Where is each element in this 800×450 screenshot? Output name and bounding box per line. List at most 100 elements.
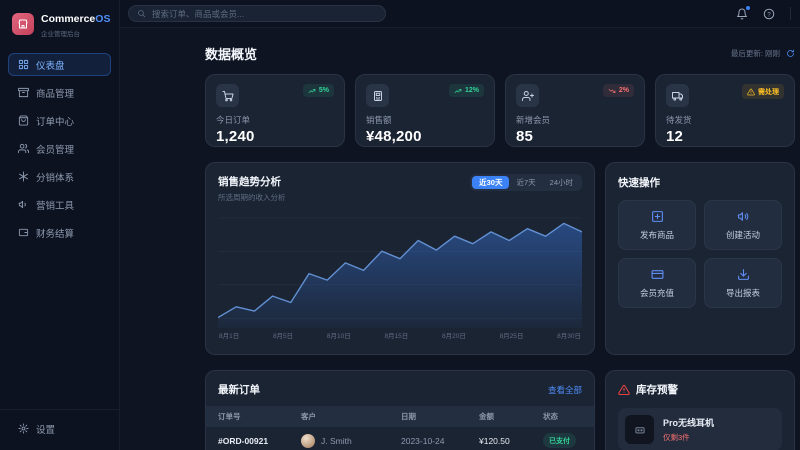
middle-row: 销售趋势分析 所选周期的收入分析 近30天 近7天 24小时 — [205, 162, 795, 355]
chart-subtitle: 所选周期的收入分析 — [218, 192, 286, 203]
stat-card-new-members[interactable]: 2% 新增会员 85 — [505, 74, 645, 147]
stat-card-today-orders[interactable]: 5% 今日订单 1,240 — [205, 74, 345, 147]
order-status-badge: 已支付 — [543, 433, 576, 448]
inventory-item[interactable]: Pro无线耳机 仅剩3件 — [618, 408, 782, 450]
topbar-divider — [790, 7, 791, 20]
sidebar-item-dashboard[interactable]: 仪表盘 — [8, 53, 111, 76]
sidebar-nav: 仪表盘 商品管理 订单中心 会员管理 分销体系 营销工具 财务结算 — [0, 48, 119, 249]
topbar: ? — [120, 0, 800, 28]
stat-label: 销售额 — [366, 114, 484, 126]
column-header: 订单号 — [218, 411, 301, 422]
view-all-link[interactable]: 查看全部 — [548, 384, 582, 396]
page-title: 数据概览 — [205, 44, 257, 63]
stat-label: 待发货 — [666, 114, 784, 126]
stats-row: 5% 今日订单 1,240 12% 销售额 ¥48,200 — [205, 74, 795, 147]
stat-label: 今日订单 — [216, 114, 334, 126]
stat-value: 1,240 — [216, 128, 334, 145]
warning-badge: 需处理 — [742, 84, 784, 99]
customer-name: J. Smith — [321, 436, 352, 446]
orders-table-header: 订单号 客户 日期 金额 状态 — [206, 406, 594, 427]
store-icon — [12, 13, 34, 35]
notification-dot — [746, 6, 750, 10]
chart-area-fill — [218, 223, 582, 328]
product-image-earbuds — [625, 415, 654, 444]
help-button[interactable]: ? — [763, 8, 775, 20]
search-input[interactable] — [152, 9, 377, 19]
x-tick: 8月10日 — [327, 330, 351, 340]
help-circle-icon: ? — [763, 8, 775, 20]
warning-triangle-icon — [747, 88, 755, 96]
chart-title: 销售趋势分析 — [218, 174, 286, 189]
stat-value: ¥48,200 — [366, 128, 484, 145]
x-tick: 8月25日 — [500, 330, 524, 340]
sidebar-item-distribution[interactable]: 分销体系 — [8, 165, 111, 188]
truck-icon — [666, 84, 689, 107]
stat-value: 12 — [666, 128, 784, 145]
sidebar-item-label: 设置 — [36, 422, 55, 436]
quick-action-label: 导出报表 — [726, 287, 760, 299]
sidebar-item-orders[interactable]: 订单中心 — [8, 109, 111, 132]
pos-terminal-icon — [366, 84, 389, 107]
sidebar-item-finance[interactable]: 财务结算 — [8, 221, 111, 244]
customer-avatar — [301, 434, 315, 448]
column-header: 金额 — [479, 411, 543, 422]
stat-card-pending-shipments[interactable]: 需处理 待发货 12 — [655, 74, 795, 147]
plus-square-icon — [651, 210, 664, 223]
chart-x-axis-labels: 8月1日 8月5日 8月10日 8月15日 8月20日 8月25日 8月30日 — [218, 330, 582, 340]
refresh-icon[interactable] — [786, 49, 795, 58]
orders-title: 最新订单 — [218, 382, 260, 397]
sidebar-item-products[interactable]: 商品管理 — [8, 81, 111, 104]
notifications-button[interactable] — [736, 8, 748, 20]
credit-card-icon — [651, 268, 664, 281]
network-icon — [18, 171, 29, 182]
gear-icon — [18, 423, 29, 434]
inventory-stock-warning: 仅剩3件 — [663, 432, 714, 443]
sidebar-item-label: 商品管理 — [36, 86, 74, 100]
search-icon — [137, 9, 146, 18]
member-topup-button[interactable]: 会员充值 — [618, 258, 696, 308]
stat-card-sales[interactable]: 12% 销售额 ¥48,200 — [355, 74, 495, 147]
sidebar-footer: 设置 — [0, 409, 119, 450]
x-tick: 8月30日 — [557, 330, 581, 340]
order-id: #ORD-00921 — [218, 436, 301, 446]
sidebar-item-settings[interactable]: 设置 — [8, 417, 111, 440]
megaphone-icon — [737, 210, 750, 223]
create-campaign-button[interactable]: 创建活动 — [704, 200, 782, 250]
latest-orders-card: 最新订单 查看全部 订单号 客户 日期 金额 状态 #ORD-00921 J. … — [205, 370, 595, 450]
x-tick: 8月20日 — [442, 330, 466, 340]
brand-subtitle: 企业管理后台 — [41, 28, 110, 38]
column-header: 客户 — [301, 411, 401, 422]
brand-name: CommerceOS — [41, 13, 110, 25]
sidebar: CommerceOS 企业管理后台 仪表盘 商品管理 订单中心 会员管理 分销体… — [0, 0, 120, 450]
range-toggle-group: 近30天 近7天 24小时 — [470, 174, 582, 191]
quick-actions-card: 快速操作 发布商品 创建活动 会员充值 — [605, 162, 795, 355]
users-icon — [18, 143, 29, 154]
column-header: 日期 — [401, 411, 479, 422]
wallet-icon — [18, 227, 29, 238]
download-icon — [737, 268, 750, 281]
sidebar-item-marketing[interactable]: 营销工具 — [8, 193, 111, 216]
publish-product-button[interactable]: 发布商品 — [618, 200, 696, 250]
inventory-title: 库存预警 — [636, 382, 678, 397]
sales-trend-card: 销售趋势分析 所选周期的收入分析 近30天 近7天 24小时 — [205, 162, 595, 355]
sidebar-item-members[interactable]: 会员管理 — [8, 137, 111, 160]
quick-action-label: 会员充值 — [640, 287, 674, 299]
column-header: 状态 — [543, 411, 582, 422]
trend-up-icon — [308, 87, 316, 95]
shopping-bag-icon — [18, 115, 29, 126]
range-24h-button[interactable]: 24小时 — [543, 176, 580, 189]
box-icon — [18, 87, 29, 98]
sidebar-item-label: 仪表盘 — [36, 58, 65, 72]
stat-label: 新增会员 — [516, 114, 634, 126]
bottom-row: 最新订单 查看全部 订单号 客户 日期 金额 状态 #ORD-00921 J. … — [205, 370, 795, 450]
range-7d-button[interactable]: 近7天 — [509, 176, 542, 189]
brand-logo: CommerceOS 企业管理后台 — [0, 0, 119, 48]
main-content: 数据概览 最后更新: 刚刚 5% 今日订单 1,240 — [205, 28, 795, 450]
x-tick: 8月15日 — [384, 330, 408, 340]
export-report-button[interactable]: 导出报表 — [704, 258, 782, 308]
order-amount: ¥120.50 — [479, 436, 543, 446]
order-table-row[interactable]: #ORD-00921 J. Smith 2023-10-24 ¥120.50 已… — [206, 427, 594, 450]
last-updated-label: 最后更新: 刚刚 — [731, 48, 780, 59]
range-30d-button[interactable]: 近30天 — [472, 176, 509, 189]
inventory-item-name: Pro无线耳机 — [663, 416, 714, 429]
